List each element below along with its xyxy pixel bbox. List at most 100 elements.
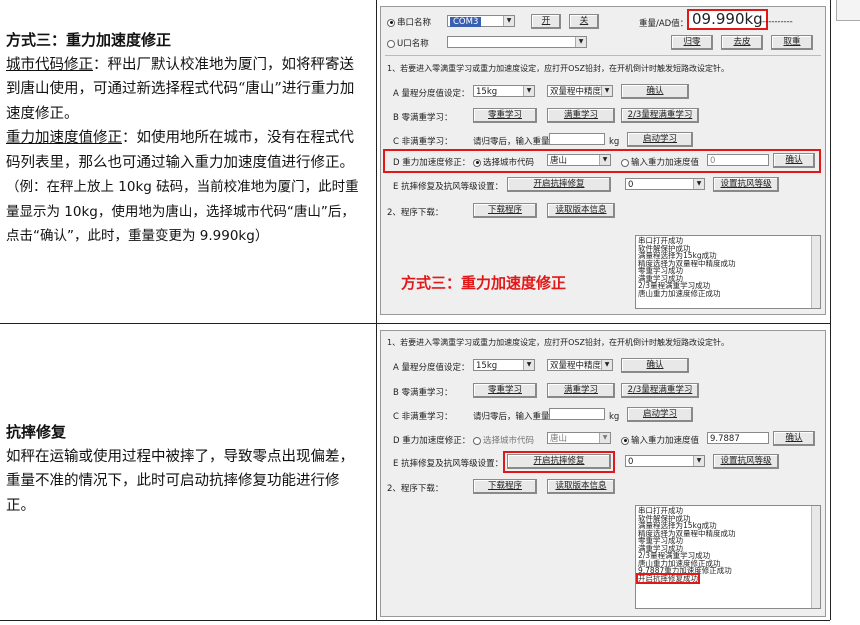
- weight-value-display: 09.990kg: [687, 9, 768, 30]
- full-learn-button[interactable]: 满重学习: [547, 108, 615, 123]
- table-rule-mid: [0, 323, 830, 324]
- open-port-button[interactable]: 开: [531, 14, 561, 29]
- non-full-hint: 请归零后，输入重量: [473, 412, 550, 422]
- table-rule-bottom: [0, 620, 830, 621]
- weight-dashes: -----------: [759, 17, 793, 27]
- read-version-button[interactable]: 读取版本信息: [547, 479, 615, 494]
- start-learn-button[interactable]: 启动学习: [627, 407, 693, 422]
- chevron-down-icon: ▼: [693, 179, 704, 189]
- weight-label: 重量/AD值：: [639, 19, 689, 29]
- cancel-button[interactable]: 取重: [771, 35, 813, 50]
- drop-repair-label: E 抗摔修复及抗风等级设置：: [393, 182, 504, 192]
- weight-input[interactable]: [549, 408, 605, 420]
- chevron-down-icon: ▼: [599, 155, 610, 165]
- precision-select[interactable]: 双量程中精度 ▼: [547, 359, 613, 371]
- log-line: 开启抗摔修复成功: [636, 572, 700, 584]
- kg-unit: kg: [609, 137, 620, 147]
- wind-level-select[interactable]: 0 ▼: [625, 455, 705, 467]
- gravity-confirm-button[interactable]: 确认: [773, 431, 815, 446]
- term-city-code: 城市代码修正: [6, 56, 93, 73]
- download-program-button[interactable]: 下载程序: [473, 203, 537, 218]
- read-version-button[interactable]: 读取版本信息: [547, 203, 615, 218]
- section-title-drop-repair: 抗摔修复: [6, 423, 67, 441]
- term-gravity-value: 重力加速度值修正: [6, 130, 122, 146]
- range-confirm-button[interactable]: 确认: [621, 358, 689, 373]
- range-label: A 量程分度值设定：: [393, 363, 470, 373]
- enable-drop-repair-button[interactable]: 开启抗摔修复: [507, 454, 611, 469]
- gravity-label: D 重力加速度修正：: [393, 158, 471, 168]
- city-select[interactable]: 唐山 ▼: [547, 154, 611, 166]
- non-full-label: C 非满重学习：: [393, 412, 453, 422]
- section-drop-repair-text: 抗摔修复 如秤在运输或使用过程中被摔了，导致零点出现偏差，重量不准的情况下，此时…: [6, 420, 368, 518]
- drop-repair-label: E 抗摔修复及抗风等级设置：: [393, 459, 504, 469]
- log-line: 唐山重力加速度修正成功: [638, 288, 721, 298]
- zero-learn-button[interactable]: 零重学习: [473, 108, 537, 123]
- divider: [385, 55, 821, 56]
- chevron-down-icon: ▼: [601, 360, 612, 370]
- edge-fragment: [836, 0, 860, 21]
- full-learn-button[interactable]: 满重学习: [547, 383, 615, 398]
- chevron-down-icon: ▼: [503, 16, 514, 26]
- gravity-value-radio[interactable]: 输入重力加速度值: [621, 434, 699, 446]
- chevron-down-icon: ▼: [523, 86, 534, 96]
- two-thirds-learn-button[interactable]: 2/3量程满重学习: [621, 383, 699, 398]
- gravity-value-input[interactable]: 0: [707, 154, 769, 166]
- zero-button[interactable]: 归零: [671, 35, 713, 50]
- wind-level-select[interactable]: 0 ▼: [625, 178, 705, 190]
- two-thirds-learn-button[interactable]: 2/3量程满重学习: [621, 108, 699, 123]
- weight-input[interactable]: [549, 133, 605, 145]
- u-port-radio[interactable]: U口名称: [387, 37, 429, 49]
- non-full-label: C 非满重学习：: [393, 137, 453, 147]
- overlay-title: 方式三：重力加速度修正: [401, 274, 567, 292]
- tare-button[interactable]: 去皮: [721, 35, 763, 50]
- download-label: 2、程序下载：: [387, 208, 444, 218]
- city-code-radio[interactable]: 选择城市代码: [473, 434, 534, 446]
- close-port-button[interactable]: 关: [569, 14, 599, 29]
- range-select[interactable]: 15kg ▼: [473, 85, 535, 97]
- instruction-note: 1、若要进入零满重学习或重力加速度设定，应打开OSZ铅封，在开机倒计时触发短路改…: [387, 338, 729, 347]
- range-select[interactable]: 15kg ▼: [473, 359, 535, 371]
- city-select[interactable]: 唐山 ▼: [547, 432, 611, 444]
- instruction-note: 1、若要进入零满重学习或重力加速度设定，应打开OSZ铅封，在开机倒计时触发短路改…: [387, 64, 729, 73]
- paragraph-city-code: 城市代码修正：秤出厂默认校准地为厦门，如将秤寄送到唐山使用，可通过新选择程式代码…: [6, 53, 368, 127]
- download-program-button[interactable]: 下载程序: [473, 479, 537, 494]
- tool-window-2: 1、若要进入零满重学习或重力加速度设定，应打开OSZ铅封，在开机倒计时触发短路改…: [380, 330, 826, 617]
- log-scrollbar[interactable]: [811, 236, 820, 308]
- range-confirm-button[interactable]: 确认: [621, 84, 689, 99]
- table-rule-right: [830, 0, 831, 620]
- chevron-down-icon: ▼: [601, 86, 612, 96]
- non-full-hint: 请归零后，输入重量: [473, 137, 550, 147]
- chevron-down-icon: ▼: [599, 433, 610, 443]
- table-rule-center: [376, 0, 377, 620]
- serial-port-select[interactable]: COM3 ▼: [447, 15, 515, 27]
- tool-window-1: 串口名称 COM3 ▼ 开 关 重量/AD值： 09.990kg --------…: [380, 6, 826, 315]
- gravity-confirm-button[interactable]: 确认: [773, 153, 815, 168]
- precision-select[interactable]: 双量程中精度 ▼: [547, 85, 613, 97]
- gravity-label: D 重力加速度修正：: [393, 436, 471, 446]
- u-port-select[interactable]: ▼: [447, 36, 587, 48]
- section-title-gravity: 方式三：重力加速度修正: [6, 31, 172, 49]
- zero-learn-button[interactable]: 零重学习: [473, 383, 537, 398]
- enable-drop-repair-button[interactable]: 开启抗摔修复: [507, 177, 611, 192]
- city-code-radio[interactable]: 选择城市代码: [473, 156, 534, 168]
- chevron-down-icon: ▼: [523, 360, 534, 370]
- serial-port-radio[interactable]: 串口名称: [387, 16, 431, 28]
- gravity-value-radio[interactable]: 输入重力加速度值: [621, 156, 699, 168]
- download-label: 2、程序下载：: [387, 484, 444, 494]
- paragraph-gravity-value: 重力加速度值修正：如使用地所在城市，没有在程式代码列表里，那么也可通过输入重力加…: [6, 126, 368, 175]
- section-gravity-text: 方式三：重力加速度修正 城市代码修正：秤出厂默认校准地为厦门，如将秤寄送到唐山使…: [6, 28, 368, 249]
- paragraph-example: （例：在秤上放上 10kg 砝码，当前校准地为厦门，此时重量显示为 10kg，使…: [6, 179, 359, 244]
- chevron-down-icon: ▼: [693, 456, 704, 466]
- zero-full-label: B 零满重学习：: [393, 113, 453, 123]
- chevron-down-icon: ▼: [575, 37, 586, 47]
- start-learn-button[interactable]: 启动学习: [627, 132, 693, 147]
- kg-unit: kg: [609, 412, 620, 422]
- log-scrollbar[interactable]: [811, 506, 820, 608]
- set-wind-level-button[interactable]: 设置抗风等级: [713, 177, 779, 192]
- log-output[interactable]: 串口打开成功 软件解保护成功 满量程选择为15kg成功 精度选择为双量程中精度成…: [635, 505, 821, 609]
- gravity-value-input[interactable]: 9.7887: [707, 432, 769, 444]
- set-wind-level-button[interactable]: 设置抗风等级: [713, 454, 779, 469]
- zero-full-label: B 零满重学习：: [393, 388, 453, 398]
- log-output[interactable]: 串口打开成功 软件解保护成功 满量程选择为15kg成功 精度选择为双量程中精度成…: [635, 235, 821, 309]
- range-label: A 量程分度值设定：: [393, 89, 470, 99]
